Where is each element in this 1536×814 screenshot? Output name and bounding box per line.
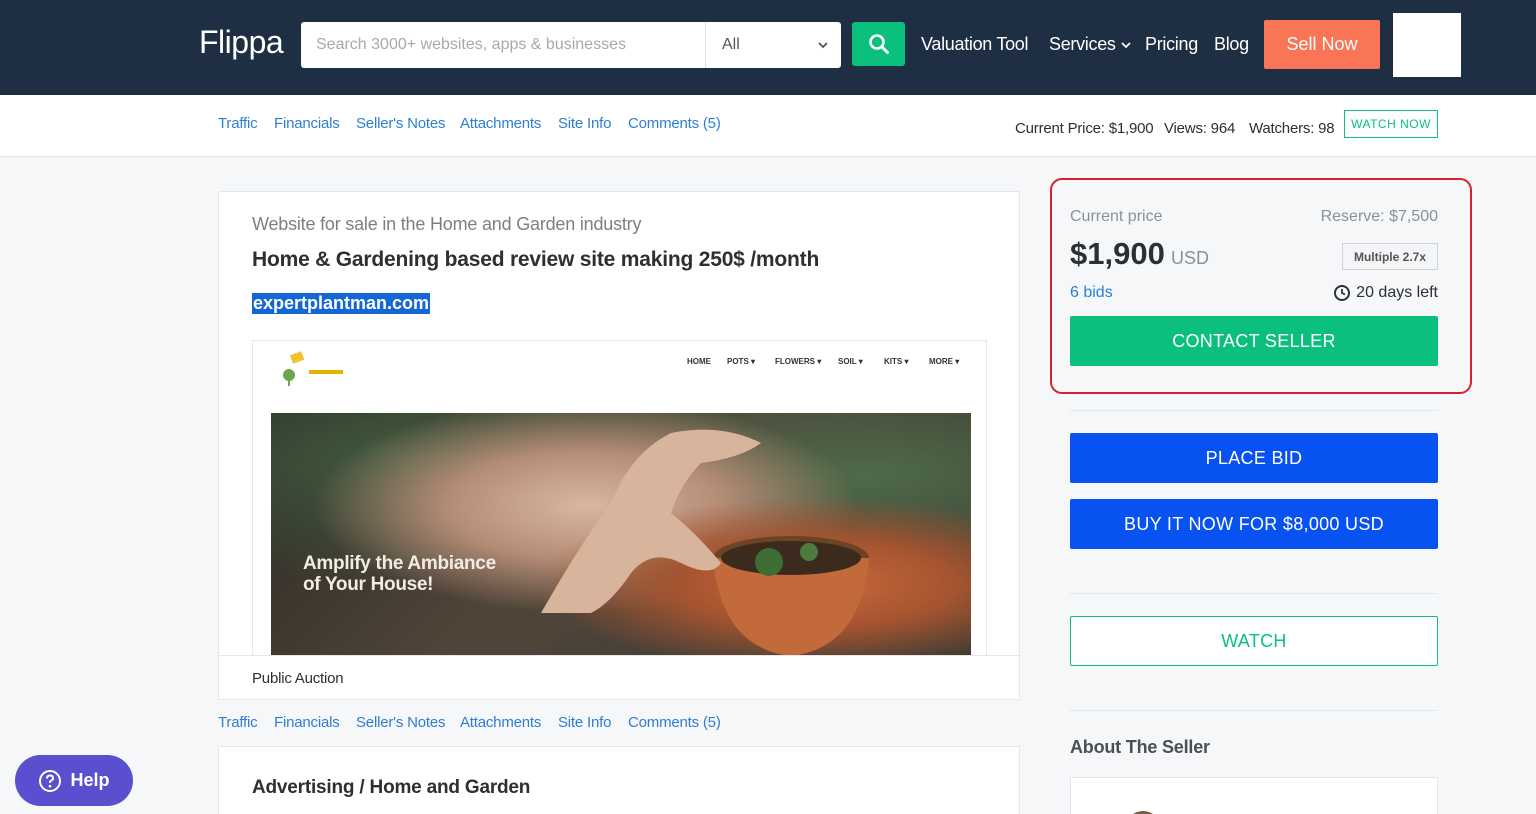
help-button[interactable]: Help bbox=[15, 755, 133, 806]
search-input[interactable] bbox=[301, 22, 705, 68]
current-price-label: Current price bbox=[1070, 208, 1163, 225]
search-button[interactable] bbox=[852, 22, 905, 66]
nav-services[interactable]: Services bbox=[1049, 34, 1132, 55]
nav-valuation-tool[interactable]: Valuation Tool bbox=[921, 34, 1029, 55]
currency-label: USD bbox=[1171, 248, 1210, 268]
tab-site-info-bottom[interactable]: Site Info bbox=[558, 714, 611, 731]
time-left: 20 days left bbox=[1333, 284, 1438, 302]
watchers-stat: Watchers: 98 bbox=[1249, 120, 1335, 137]
sell-now-button[interactable]: Sell Now bbox=[1264, 20, 1380, 69]
listing-subbar: Traffic Financials Seller's Notes Attach… bbox=[0, 95, 1536, 157]
reserve-price: Reserve: $7,500 bbox=[1320, 208, 1438, 225]
listing-title: Home & Gardening based review site makin… bbox=[252, 248, 820, 271]
hero-text: Amplify the Ambiance of Your House! bbox=[303, 553, 496, 595]
hero-text-line-2: of Your House! bbox=[303, 574, 434, 595]
tab-attachments[interactable]: Attachments bbox=[460, 115, 541, 132]
tab-sellers-notes[interactable]: Seller's Notes bbox=[356, 115, 445, 132]
auction-type: Public Auction bbox=[252, 670, 344, 687]
shot-nav-flowers: FLOWERS ▾ bbox=[775, 357, 822, 366]
category-title: Advertising / Home and Garden bbox=[252, 777, 531, 798]
category-card: Advertising / Home and Garden bbox=[218, 746, 1020, 814]
listing-domain[interactable]: expertplantman.com bbox=[252, 293, 431, 314]
divider bbox=[1070, 410, 1438, 411]
place-bid-button[interactable]: PLACE BID bbox=[1070, 433, 1438, 483]
nav-pricing[interactable]: Pricing bbox=[1145, 34, 1198, 55]
top-navbar: Flippa All Valuation Tool Services Prici… bbox=[0, 0, 1536, 95]
site-screenshot[interactable]: HOME POTS ▾ FLOWERS ▾ SOIL ▾ KITS ▾ MORE… bbox=[252, 340, 987, 656]
auction-footer: Public Auction bbox=[219, 655, 1019, 699]
multiple-badge: Multiple 2.7x bbox=[1342, 243, 1438, 270]
nav-blog[interactable]: Blog bbox=[1214, 34, 1249, 55]
tab-financials[interactable]: Financials bbox=[274, 115, 340, 132]
user-avatar[interactable] bbox=[1393, 13, 1461, 77]
tab-traffic[interactable]: Traffic bbox=[218, 115, 258, 132]
hero-text-line-1: Amplify the Ambiance bbox=[303, 553, 496, 574]
search-icon bbox=[868, 34, 889, 54]
shot-nav-soil: SOIL ▾ bbox=[838, 357, 863, 366]
flippa-logo[interactable]: Flippa bbox=[199, 24, 284, 61]
hero-image: Amplify the Ambiance of Your House! bbox=[271, 413, 971, 655]
watch-button[interactable]: WATCH bbox=[1070, 616, 1438, 666]
tab-site-info[interactable]: Site Info bbox=[558, 115, 611, 132]
divider bbox=[1070, 710, 1438, 711]
chevron-down-icon bbox=[817, 22, 829, 87]
question-icon bbox=[39, 769, 62, 792]
hand-illustration bbox=[541, 429, 761, 613]
divider bbox=[1070, 593, 1438, 594]
current-price-value: $1,900 bbox=[1070, 236, 1165, 271]
category-select-value: All bbox=[722, 36, 740, 53]
buy-it-now-button[interactable]: BUY IT NOW FOR $8,000 USD bbox=[1070, 499, 1438, 549]
current-price-stat: Current Price: $1,900 bbox=[1015, 120, 1154, 137]
bids-link[interactable]: 6 bids bbox=[1070, 284, 1113, 302]
tab-attachments-bottom[interactable]: Attachments bbox=[460, 714, 541, 731]
tab-comments-bottom[interactable]: Comments (5) bbox=[628, 714, 721, 731]
shot-nav-more: MORE ▾ bbox=[929, 357, 960, 366]
nav-services-label: Services bbox=[1049, 34, 1116, 54]
shot-nav-kits: KITS ▾ bbox=[884, 357, 909, 366]
listing-card: Website for sale in the Home and Garden … bbox=[218, 191, 1020, 700]
about-seller-heading: About The Seller bbox=[1070, 737, 1210, 757]
seller-card bbox=[1070, 777, 1438, 814]
tab-comments[interactable]: Comments (5) bbox=[628, 115, 721, 132]
tab-financials-bottom[interactable]: Financials bbox=[274, 714, 340, 731]
clock-icon bbox=[1334, 285, 1351, 301]
listing-industry: Website for sale in the Home and Garden … bbox=[252, 214, 642, 234]
chevron-down-icon bbox=[1120, 41, 1131, 48]
category-select[interactable]: All bbox=[705, 22, 841, 68]
shot-nav-home: HOME bbox=[687, 357, 711, 366]
time-left-text: 20 days left bbox=[1356, 284, 1438, 301]
site-logo-icon bbox=[283, 351, 343, 386]
tab-sellers-notes-bottom[interactable]: Seller's Notes bbox=[356, 714, 445, 731]
views-stat: Views: 964 bbox=[1164, 120, 1236, 137]
contact-seller-button[interactable]: CONTACT SELLER bbox=[1070, 316, 1438, 366]
help-label: Help bbox=[70, 770, 110, 790]
search-box: All bbox=[301, 22, 841, 68]
shot-nav-pots: POTS ▾ bbox=[727, 357, 756, 366]
tab-traffic-bottom[interactable]: Traffic bbox=[218, 714, 258, 731]
watch-now-button[interactable]: WATCH NOW bbox=[1344, 110, 1438, 138]
